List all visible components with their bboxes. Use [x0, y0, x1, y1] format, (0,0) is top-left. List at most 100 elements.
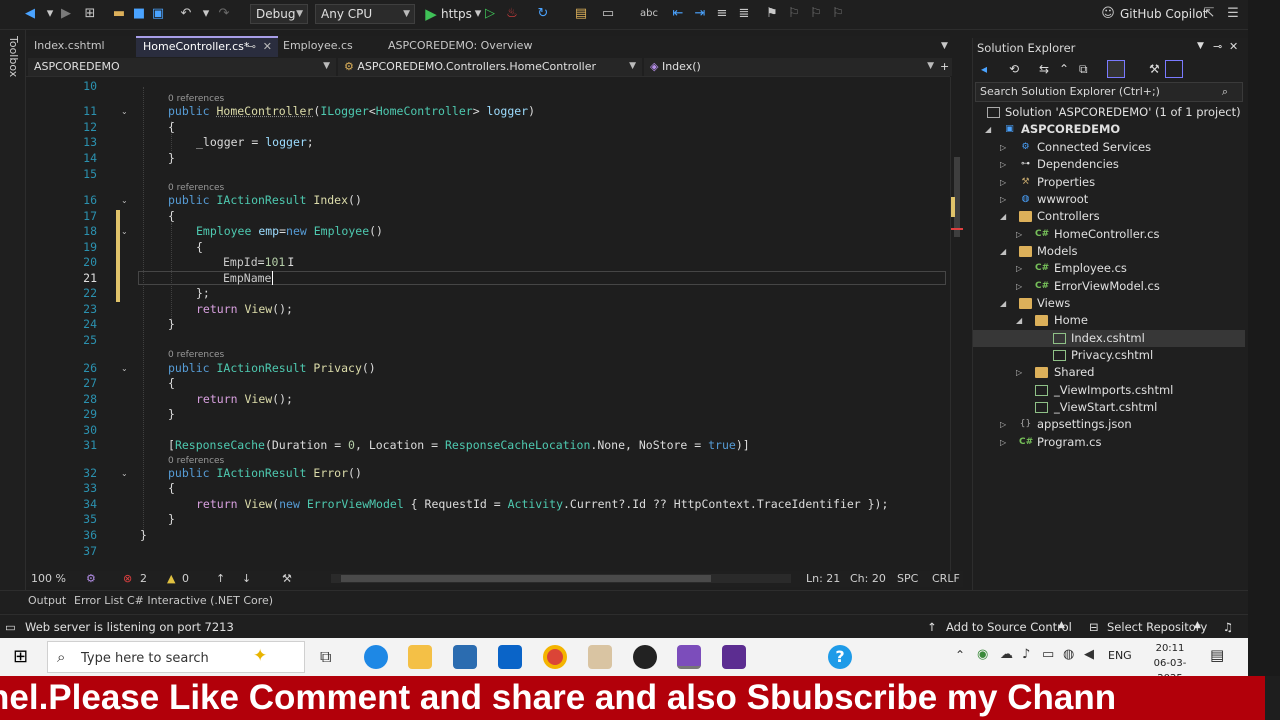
tree-item-controllers[interactable]: ◢ Controllers — [973, 208, 1245, 225]
tray-app-icon[interactable]: ◉ — [977, 647, 988, 662]
collapsed-arrow-icon[interactable]: ▷ — [1000, 139, 1006, 156]
collapse-icon[interactable]: ⌃ — [1059, 62, 1069, 76]
collapsed-arrow-icon[interactable]: ▷ — [1000, 174, 1006, 191]
tree-item-privacy-cshtml[interactable]: Privacy.cshtml — [973, 347, 1245, 364]
expanded-arrow-icon[interactable]: ◢ — [1000, 208, 1006, 225]
language-indicator[interactable]: ENG — [1108, 649, 1132, 662]
chevron-down-icon[interactable]: ▼ — [1197, 41, 1204, 51]
code-lens-references[interactable]: 0 references — [168, 94, 224, 104]
tree-item-viewstart[interactable]: _ViewStart.cshtml — [973, 399, 1245, 416]
run-target-label[interactable]: https — [441, 7, 472, 21]
store-icon[interactable] — [453, 645, 477, 669]
chevron-up-icon[interactable]: ▲ — [1058, 620, 1065, 630]
expanded-arrow-icon[interactable]: ◢ — [1000, 295, 1006, 312]
terminal-icon[interactable] — [722, 645, 746, 669]
chevron-up-icon[interactable]: ▲ — [1194, 620, 1201, 630]
tab-list-icon[interactable]: ▼ — [934, 36, 950, 57]
error-count[interactable]: 2 — [140, 572, 147, 585]
file-explorer-icon[interactable] — [408, 645, 432, 669]
start-without-debug-icon[interactable]: ▷ — [482, 6, 498, 22]
code-lens-references[interactable]: 0 references — [168, 456, 224, 466]
add-to-source-control[interactable]: Add to Source Control — [946, 620, 1072, 634]
microphone-icon[interactable]: ♪ — [1022, 647, 1030, 662]
refresh-icon[interactable]: ↻ — [535, 6, 551, 22]
tab-output[interactable]: Output — [28, 594, 66, 607]
browse-folder-icon[interactable]: ▤ — [573, 6, 589, 22]
tree-item-solution[interactable]: Solution 'ASPCOREDEMO' (1 of 1 project) — [973, 104, 1245, 121]
toolbox-strip[interactable]: Toolbox — [0, 30, 26, 590]
tree-item-wwwroot[interactable]: ▷ ◍ wwwroot — [973, 191, 1245, 208]
tree-item-project[interactable]: ◢ ▣ ASPCOREDEMO — [973, 121, 1245, 138]
configuration-select[interactable]: Debug ▼ — [250, 4, 308, 24]
split-icon[interactable]: + — [938, 58, 952, 76]
column-indicator[interactable]: Ch: 20 — [850, 572, 886, 585]
warning-count[interactable]: 0 — [182, 572, 189, 585]
spell-check-icon[interactable]: abc — [640, 6, 658, 22]
tree-item-home[interactable]: ◢ Home — [973, 312, 1245, 329]
network-icon[interactable]: ◍ — [1063, 647, 1074, 662]
warning-icon[interactable]: ▲ — [167, 572, 175, 585]
intellicode-icon[interactable]: ⚙ — [86, 572, 96, 585]
collapsed-arrow-icon[interactable]: ▷ — [1000, 416, 1006, 433]
toolbox-label[interactable]: Toolbox — [7, 36, 20, 77]
collapsed-arrow-icon[interactable]: ▷ — [1000, 191, 1006, 208]
collapsed-arrow-icon[interactable]: ▷ — [1016, 260, 1022, 277]
platform-select[interactable]: Any CPU ▼ — [315, 4, 415, 24]
select-repository[interactable]: Select Repository — [1107, 620, 1207, 634]
code-lens-references[interactable]: 0 references — [168, 183, 224, 193]
bookmark-icon[interactable]: ⚑ — [764, 6, 780, 22]
edge-icon[interactable] — [364, 645, 388, 669]
hot-reload-icon[interactable]: ♨ — [504, 6, 520, 22]
notifications-icon[interactable]: ▤ — [1210, 646, 1224, 664]
start-debug-icon[interactable]: ▶ — [423, 6, 439, 22]
volume-icon[interactable]: ◀ — [1084, 647, 1094, 662]
tree-item-errorviewmodel[interactable]: ▷ C# ErrorViewModel.cs — [973, 278, 1245, 295]
search-icon[interactable]: ⌕ — [1222, 83, 1228, 101]
uncomment-icon[interactable]: ≣ — [736, 6, 752, 22]
type-dropdown[interactable]: ⚙ ASPCOREDEMO.Controllers.HomeController… — [338, 58, 642, 76]
tree-item-homecontroller[interactable]: ▷ C# HomeController.cs — [973, 226, 1245, 243]
expanded-arrow-icon[interactable]: ◢ — [1016, 312, 1022, 329]
undo-icon[interactable]: ↶ — [178, 6, 194, 22]
tab-csharp-interactive[interactable]: C# Interactive (.NET Core) — [127, 594, 273, 607]
close-icon[interactable]: ✕ — [263, 38, 272, 55]
paint-icon[interactable] — [588, 645, 612, 669]
layout-icon[interactable]: ▭ — [600, 6, 616, 22]
new-project-icon[interactable]: ⊞ — [82, 6, 98, 22]
collapsed-arrow-icon[interactable]: ▷ — [1016, 364, 1022, 381]
fold-icon[interactable]: ⌄ — [121, 196, 128, 205]
tree-item-properties[interactable]: ▷ ⚒ Properties — [973, 174, 1245, 191]
cloud-icon[interactable]: ☁ — [1000, 647, 1013, 662]
back-icon[interactable]: ◂ — [981, 62, 987, 76]
help-icon[interactable]: ? — [828, 645, 852, 669]
tree-item-viewimports[interactable]: _ViewImports.cshtml — [973, 382, 1245, 399]
scrollbar-thumb[interactable] — [341, 575, 711, 582]
prev-bookmark-icon[interactable]: ⚐ — [786, 6, 802, 22]
code-lens-references[interactable]: 0 references — [168, 350, 224, 360]
copilot-label[interactable]: GitHub Copilot — [1120, 7, 1207, 21]
indent-icon[interactable]: ⇤ — [670, 6, 686, 22]
pin-icon[interactable]: ⊸ — [247, 38, 256, 55]
tree-item-views[interactable]: ◢ Views — [973, 295, 1245, 312]
line-ending-indicator[interactable]: CRLF — [932, 572, 960, 585]
battery-icon[interactable]: ▭ — [1042, 647, 1054, 662]
project-dropdown[interactable]: ASPCOREDEMO ▼ — [28, 58, 336, 76]
chevron-down-icon[interactable]: ▾ — [198, 6, 214, 22]
copy-icon[interactable]: ⧉ — [1079, 62, 1088, 77]
solution-search-input[interactable]: Search Solution Explorer (Ctrl+;) ⌕ — [975, 82, 1243, 102]
windows-start-icon[interactable]: ⊞ — [13, 646, 28, 667]
arrow-down-icon[interactable]: ↓ — [242, 572, 251, 585]
clear-bookmarks-icon[interactable]: ⚐ — [830, 6, 846, 22]
next-bookmark-icon[interactable]: ⚐ — [808, 6, 824, 22]
collapsed-arrow-icon[interactable]: ▷ — [1016, 278, 1022, 295]
close-icon[interactable]: ✕ — [1229, 40, 1238, 53]
chrome-icon[interactable] — [543, 645, 567, 669]
tab-homecontroller[interactable]: HomeController.cs* ⊸ ✕ — [136, 36, 278, 57]
chevron-down-icon[interactable]: ▾ — [42, 6, 58, 22]
outdent-icon[interactable]: ⇥ — [692, 6, 708, 22]
tree-item-connected-services[interactable]: ▷ ⚙ Connected Services — [973, 139, 1245, 156]
outlook-icon[interactable] — [498, 645, 522, 669]
history-icon[interactable]: ⟲ — [1009, 62, 1019, 76]
wrench-icon[interactable]: ⚒ — [1149, 62, 1160, 76]
collapsed-arrow-icon[interactable]: ▷ — [1000, 156, 1006, 173]
